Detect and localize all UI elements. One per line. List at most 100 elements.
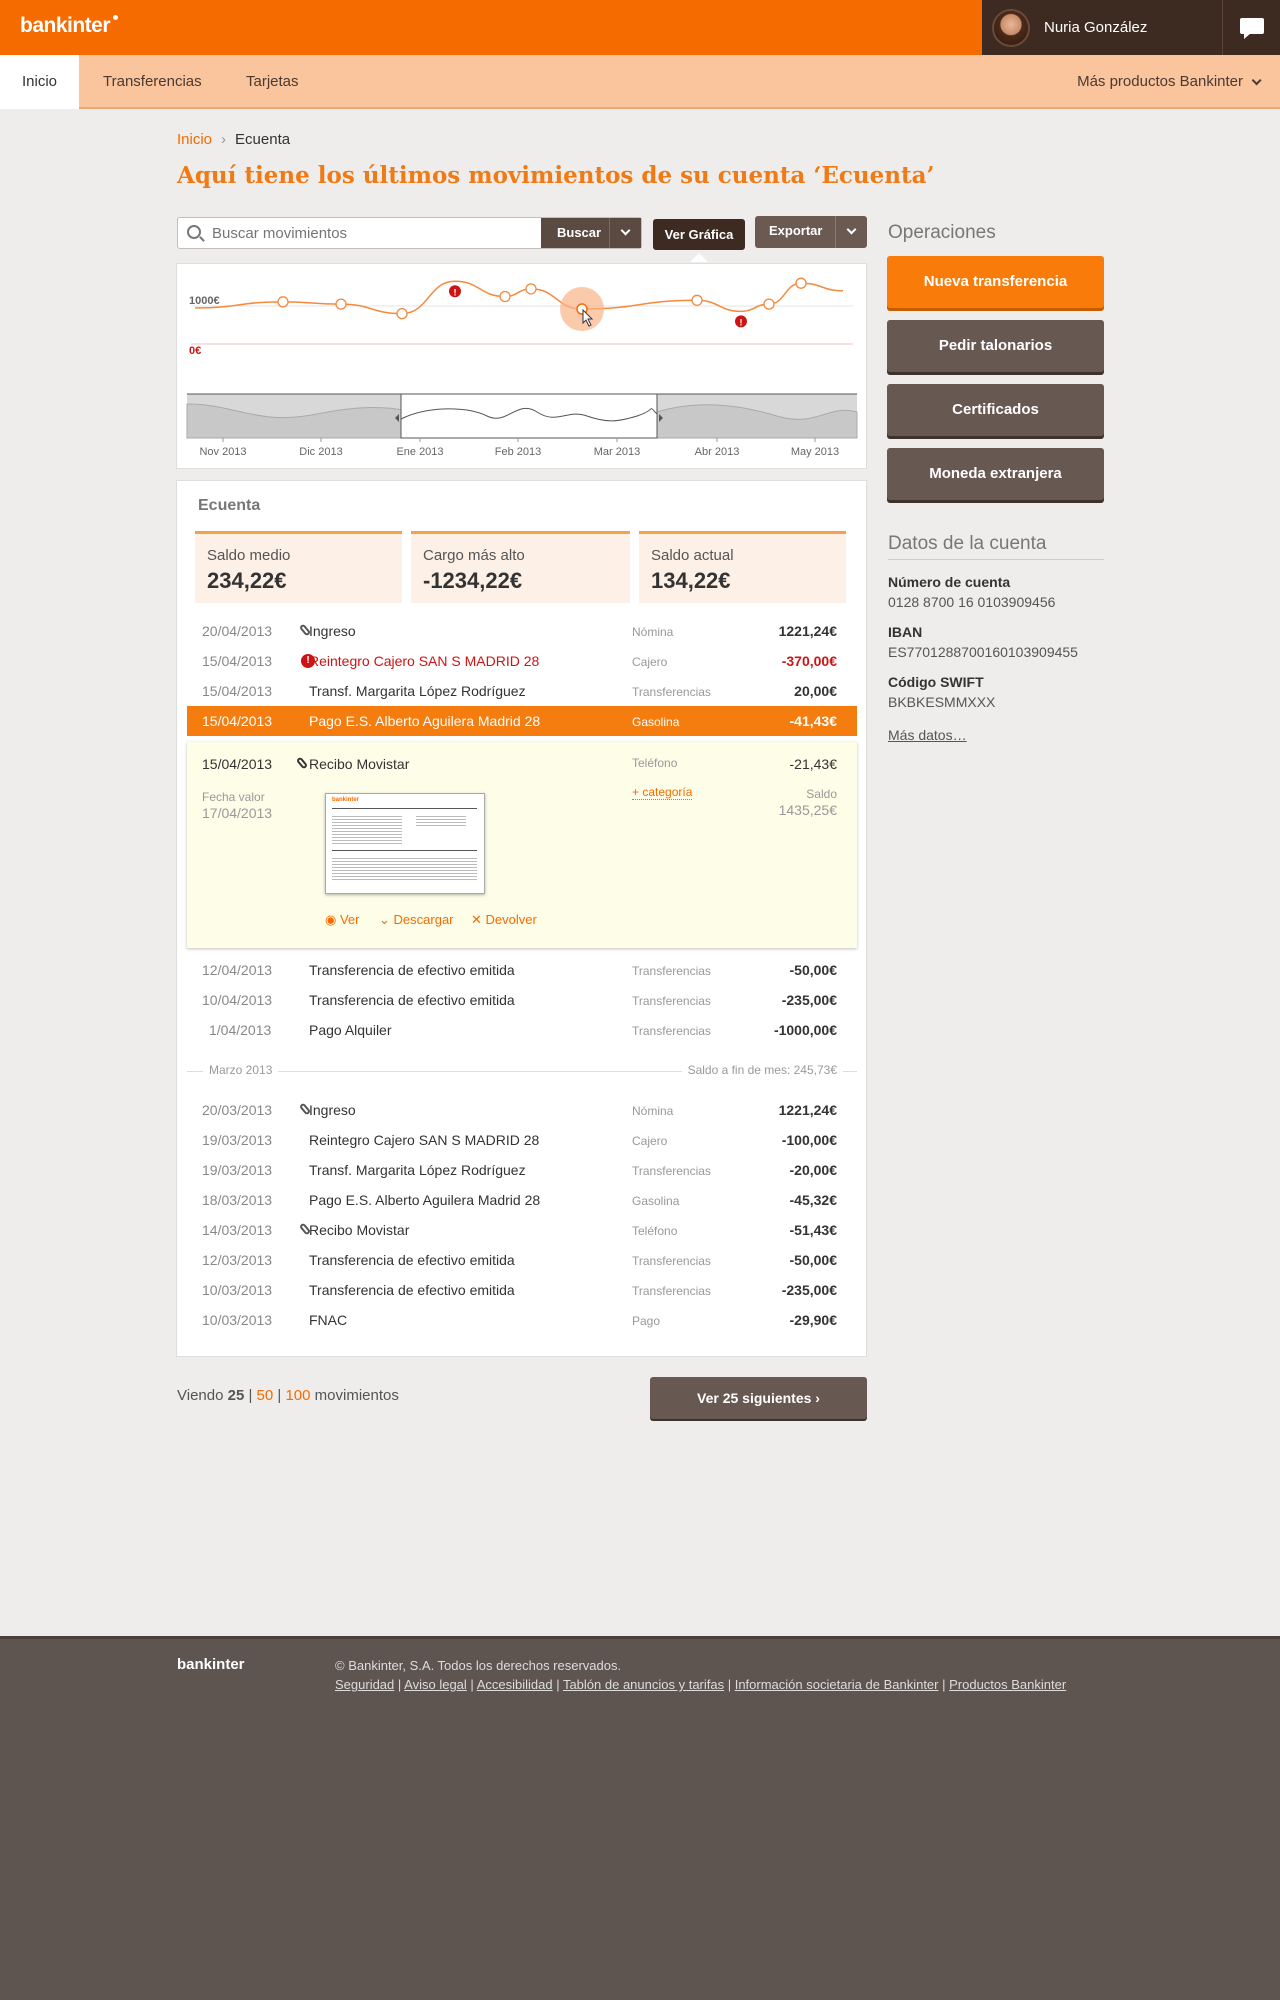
receipt-thumbnail[interactable]: bankinter	[325, 793, 485, 894]
footer-link-seguridad[interactable]: Seguridad	[335, 1677, 394, 1692]
footer-link-aviso-legal[interactable]: Aviso legal	[404, 1677, 467, 1692]
top-bar: bankinter Nuria González	[0, 0, 1280, 55]
transaction-row[interactable]: 12/03/2013 Transferencia de efectivo emi…	[187, 1245, 857, 1275]
y-axis-label: 0€	[189, 345, 201, 357]
x-tick-label: May 2013	[791, 446, 839, 458]
transaction-category: Transferencias	[632, 964, 711, 978]
transaction-row[interactable]: 12/04/2013 Transferencia de efectivo emi…	[187, 955, 857, 985]
footer-link-informacion[interactable]: Información societaria de Bankinter	[735, 1677, 939, 1692]
transaction-date: 18/03/2013	[202, 1192, 273, 1208]
balance-series-line	[194, 280, 844, 315]
stat-value: 234,22€	[207, 568, 287, 593]
bankinter-logo[interactable]: bankinter	[20, 14, 111, 38]
copyright: © Bankinter, S.A. Todos los derechos res…	[335, 1658, 622, 1673]
export-button-label: Exportar	[769, 223, 823, 238]
user-menu[interactable]: Nuria González	[982, 0, 1222, 55]
x-tick-label: Nov 2013	[199, 446, 246, 458]
balance-label: Saldo	[806, 787, 837, 801]
transaction-amount: -51,43€	[789, 1222, 837, 1238]
detail-date: 15/04/2013	[202, 756, 273, 772]
transaction-amount: -235,00€	[781, 1282, 837, 1298]
transaction-date: 12/03/2013	[202, 1252, 273, 1268]
transaction-description: Transf. Margarita López Rodríguez	[309, 1162, 526, 1178]
transaction-row[interactable]: 10/04/2013 Transferencia de efectivo emi…	[187, 985, 857, 1015]
view-graph-button[interactable]: Ver Gráfica	[653, 219, 745, 250]
certificates-button[interactable]: Certificados	[887, 384, 1104, 436]
transaction-category: Nómina	[632, 625, 674, 639]
search-input[interactable]	[212, 221, 552, 245]
request-checkbooks-button[interactable]: Pedir talonarios	[887, 320, 1104, 372]
more-products-menu[interactable]: Más productos Bankinter	[1077, 55, 1262, 109]
new-transfer-button[interactable]: Nueva transferencia	[887, 256, 1104, 308]
export-options-dropdown[interactable]	[835, 216, 867, 248]
pager-option-100[interactable]: 100	[285, 1387, 310, 1404]
search-options-dropdown[interactable]	[609, 218, 641, 248]
transaction-category: Gasolina	[632, 715, 680, 729]
more-data-link[interactable]: Más datos…	[888, 727, 967, 743]
next-page-button[interactable]: Ver 25 siguientes ›	[650, 1377, 867, 1419]
transaction-amount: -29,90€	[789, 1312, 837, 1328]
footer: bankinter © Bankinter, S.A. Todos los de…	[0, 1636, 1280, 2000]
transaction-description: Reintegro Cajero SAN S MADRID 28	[309, 653, 540, 669]
chat-bubble-icon	[1240, 18, 1264, 34]
tab-tarjetas[interactable]: Tarjetas	[246, 55, 299, 109]
receipt-rule	[332, 808, 477, 809]
transaction-description: Pago Alquiler	[309, 1022, 392, 1038]
pager-option-50[interactable]: 50	[257, 1387, 274, 1404]
x-tick-label: Abr 2013	[695, 446, 740, 458]
chevron-down-icon	[1251, 75, 1262, 86]
alert-icon-mark: !	[454, 287, 457, 297]
transaction-row[interactable]: 1/04/2013 Pago Alquiler Transferencias -…	[187, 1015, 857, 1045]
breadcrumb-home-link[interactable]: Inicio	[177, 131, 212, 148]
transaction-row[interactable]: 20/04/2013 Ingreso Nómina 1221,24€	[187, 616, 857, 646]
transaction-row[interactable]: 19/03/2013 Reintegro Cajero SAN S MADRID…	[187, 1125, 857, 1155]
search-button[interactable]: Buscar	[541, 218, 641, 248]
transaction-row[interactable]: 14/03/2013 Recibo Movistar Teléfono -51,…	[187, 1215, 857, 1245]
chat-button[interactable]	[1222, 0, 1280, 55]
transaction-row[interactable]: 18/03/2013 Pago E.S. Alberto Aguilera Ma…	[187, 1185, 857, 1215]
swift-value: BKBKESMMXXX	[888, 694, 996, 710]
transaction-amount: -235,00€	[781, 992, 837, 1008]
ver-label: Ver	[339, 912, 360, 927]
transaction-description: Transferencia de efectivo emitida	[309, 992, 515, 1008]
balance-chart[interactable]: 1000€ 0€!! Nov 2013 Dic 2013 Ene 2013 Feb 201…	[176, 263, 867, 469]
transaction-row[interactable]: 15/04/2013 ! Reintegro Cajero SAN S MADR…	[187, 646, 857, 676]
descargar-action[interactable]: ⌄ Descargar	[379, 912, 454, 928]
devolver-action[interactable]: ✕ Devolver	[471, 912, 537, 928]
transaction-description: Ingreso	[309, 623, 356, 639]
navigator-window	[400, 393, 658, 439]
transaction-row[interactable]: 20/03/2013 Ingreso Nómina 1221,24€	[187, 1095, 857, 1125]
footer-link-productos[interactable]: Productos Bankinter	[949, 1677, 1066, 1692]
chevron-down-icon	[846, 224, 857, 235]
transaction-category: Transferencias	[632, 685, 711, 699]
footer-link-accesibilidad[interactable]: Accesibilidad	[477, 1677, 553, 1692]
transaction-category: Transferencias	[632, 1284, 711, 1298]
x-tick-label: Feb 2013	[495, 446, 541, 458]
data-point	[763, 298, 775, 310]
transaction-description: FNAC	[309, 1312, 348, 1328]
transaction-amount: -1000,00€	[773, 1022, 837, 1038]
footer-logo[interactable]: bankinter	[177, 1656, 245, 1673]
foreign-currency-button[interactable]: Moneda extranjera	[887, 448, 1104, 500]
tab-transferencias[interactable]: Transferencias	[103, 55, 202, 109]
pager-current: 25	[227, 1387, 245, 1404]
value-date-label: Fecha valor	[202, 790, 265, 804]
ver-action[interactable]: ◉ Ver	[325, 912, 359, 928]
month-end-balance: Saldo a fin de mes: 245,73€	[681, 1063, 843, 1077]
add-category-link[interactable]: + categoría	[632, 785, 693, 800]
receipt-logo: bankinter	[332, 797, 360, 803]
transaction-description: Recibo Movistar	[309, 1222, 410, 1238]
balance-value: 1435,25€	[778, 802, 837, 818]
transaction-row[interactable]: 10/03/2013 Transferencia de efectivo emi…	[187, 1275, 857, 1305]
transaction-date: 1/04/2013	[209, 1022, 272, 1038]
transaction-description: Pago E.S. Alberto Aguilera Madrid 28	[309, 1192, 541, 1208]
transaction-row-selected[interactable]: 15/04/2013 Pago E.S. Alberto Aguilera Ma…	[187, 706, 857, 736]
tab-inicio[interactable]: Inicio	[0, 55, 79, 109]
eye-icon: ◉	[325, 912, 337, 927]
transaction-amount: 1221,24€	[778, 1102, 837, 1118]
transaction-row[interactable]: 19/03/2013 Transf. Margarita López Rodrí…	[187, 1155, 857, 1185]
footer-link-tablon[interactable]: Tablón de anuncios y tarifas	[563, 1677, 724, 1692]
export-button[interactable]: Exportar	[755, 216, 867, 248]
transaction-row[interactable]: 10/03/2013 FNAC Pago -29,90€	[187, 1305, 857, 1335]
transaction-row[interactable]: 15/04/2013 Transf. Margarita López Rodrí…	[187, 676, 857, 706]
